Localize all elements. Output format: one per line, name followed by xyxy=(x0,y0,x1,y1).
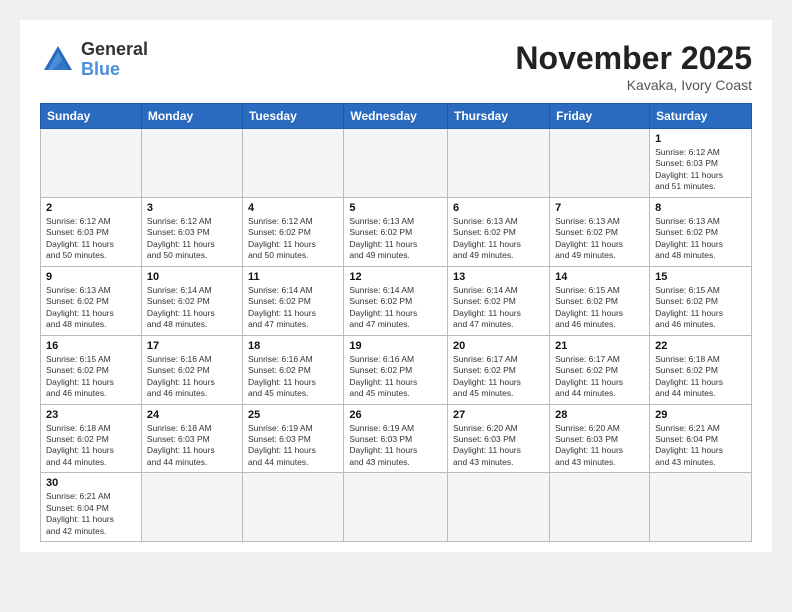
day-12: 12 Sunrise: 6:14 AMSunset: 6:02 PMDaylig… xyxy=(344,266,448,335)
empty-cell xyxy=(242,473,343,542)
title-block: November 2025 Kavaka, Ivory Coast xyxy=(515,40,752,93)
empty-cell xyxy=(242,129,343,198)
empty-cell xyxy=(448,473,550,542)
day-23: 23 Sunrise: 6:18 AMSunset: 6:02 PMDaylig… xyxy=(41,404,142,473)
header-monday: Monday xyxy=(141,104,242,129)
week-row-3: 9 Sunrise: 6:13 AMSunset: 6:02 PMDayligh… xyxy=(41,266,752,335)
header-tuesday: Tuesday xyxy=(242,104,343,129)
day-4: 4 Sunrise: 6:12 AMSunset: 6:02 PMDayligh… xyxy=(242,197,343,266)
day-2: 2 Sunrise: 6:12 AMSunset: 6:03 PMDayligh… xyxy=(41,197,142,266)
empty-cell xyxy=(344,129,448,198)
day-30: 30 Sunrise: 6:21 AMSunset: 6:04 PMDaylig… xyxy=(41,473,142,542)
day-17: 17 Sunrise: 6:16 AMSunset: 6:02 PMDaylig… xyxy=(141,335,242,404)
day-20: 20 Sunrise: 6:17 AMSunset: 6:02 PMDaylig… xyxy=(448,335,550,404)
empty-cell xyxy=(141,129,242,198)
empty-cell xyxy=(650,473,752,542)
logo: General Blue xyxy=(40,40,148,80)
header-friday: Friday xyxy=(550,104,650,129)
day-28: 28 Sunrise: 6:20 AMSunset: 6:03 PMDaylig… xyxy=(550,404,650,473)
day-21: 21 Sunrise: 6:17 AMSunset: 6:02 PMDaylig… xyxy=(550,335,650,404)
logo-icon xyxy=(40,42,76,78)
header: General Blue November 2025 Kavaka, Ivory… xyxy=(40,40,752,93)
location: Kavaka, Ivory Coast xyxy=(515,77,752,93)
day-6: 6 Sunrise: 6:13 AMSunset: 6:02 PMDayligh… xyxy=(448,197,550,266)
day-22: 22 Sunrise: 6:18 AMSunset: 6:02 PMDaylig… xyxy=(650,335,752,404)
day-18: 18 Sunrise: 6:16 AMSunset: 6:02 PMDaylig… xyxy=(242,335,343,404)
day-9: 9 Sunrise: 6:13 AMSunset: 6:02 PMDayligh… xyxy=(41,266,142,335)
day-14: 14 Sunrise: 6:15 AMSunset: 6:02 PMDaylig… xyxy=(550,266,650,335)
empty-cell xyxy=(448,129,550,198)
empty-cell xyxy=(344,473,448,542)
week-row-6: 30 Sunrise: 6:21 AMSunset: 6:04 PMDaylig… xyxy=(41,473,752,542)
logo-text: General Blue xyxy=(81,40,148,80)
day-11: 11 Sunrise: 6:14 AMSunset: 6:02 PMDaylig… xyxy=(242,266,343,335)
calendar-table: Sunday Monday Tuesday Wednesday Thursday… xyxy=(40,103,752,542)
week-row-1: 1 Sunrise: 6:12 AMSunset: 6:03 PMDayligh… xyxy=(41,129,752,198)
day-27: 27 Sunrise: 6:20 AMSunset: 6:03 PMDaylig… xyxy=(448,404,550,473)
weekday-header-row: Sunday Monday Tuesday Wednesday Thursday… xyxy=(41,104,752,129)
header-saturday: Saturday xyxy=(650,104,752,129)
empty-cell xyxy=(550,129,650,198)
day-29: 29 Sunrise: 6:21 AMSunset: 6:04 PMDaylig… xyxy=(650,404,752,473)
day-25: 25 Sunrise: 6:19 AMSunset: 6:03 PMDaylig… xyxy=(242,404,343,473)
day-8: 8 Sunrise: 6:13 AMSunset: 6:02 PMDayligh… xyxy=(650,197,752,266)
day-13: 13 Sunrise: 6:14 AMSunset: 6:02 PMDaylig… xyxy=(448,266,550,335)
day-24: 24 Sunrise: 6:18 AMSunset: 6:03 PMDaylig… xyxy=(141,404,242,473)
empty-cell xyxy=(550,473,650,542)
day-10: 10 Sunrise: 6:14 AMSunset: 6:02 PMDaylig… xyxy=(141,266,242,335)
week-row-5: 23 Sunrise: 6:18 AMSunset: 6:02 PMDaylig… xyxy=(41,404,752,473)
header-wednesday: Wednesday xyxy=(344,104,448,129)
day-1: 1 Sunrise: 6:12 AMSunset: 6:03 PMDayligh… xyxy=(650,129,752,198)
week-row-4: 16 Sunrise: 6:15 AMSunset: 6:02 PMDaylig… xyxy=(41,335,752,404)
day-5: 5 Sunrise: 6:13 AMSunset: 6:02 PMDayligh… xyxy=(344,197,448,266)
day-19: 19 Sunrise: 6:16 AMSunset: 6:02 PMDaylig… xyxy=(344,335,448,404)
day-7: 7 Sunrise: 6:13 AMSunset: 6:02 PMDayligh… xyxy=(550,197,650,266)
month-title: November 2025 xyxy=(515,40,752,77)
day-3: 3 Sunrise: 6:12 AMSunset: 6:03 PMDayligh… xyxy=(141,197,242,266)
week-row-2: 2 Sunrise: 6:12 AMSunset: 6:03 PMDayligh… xyxy=(41,197,752,266)
day-26: 26 Sunrise: 6:19 AMSunset: 6:03 PMDaylig… xyxy=(344,404,448,473)
day-16: 16 Sunrise: 6:15 AMSunset: 6:02 PMDaylig… xyxy=(41,335,142,404)
empty-cell xyxy=(41,129,142,198)
day-15: 15 Sunrise: 6:15 AMSunset: 6:02 PMDaylig… xyxy=(650,266,752,335)
calendar-page: General Blue November 2025 Kavaka, Ivory… xyxy=(20,20,772,552)
header-sunday: Sunday xyxy=(41,104,142,129)
empty-cell xyxy=(141,473,242,542)
header-thursday: Thursday xyxy=(448,104,550,129)
